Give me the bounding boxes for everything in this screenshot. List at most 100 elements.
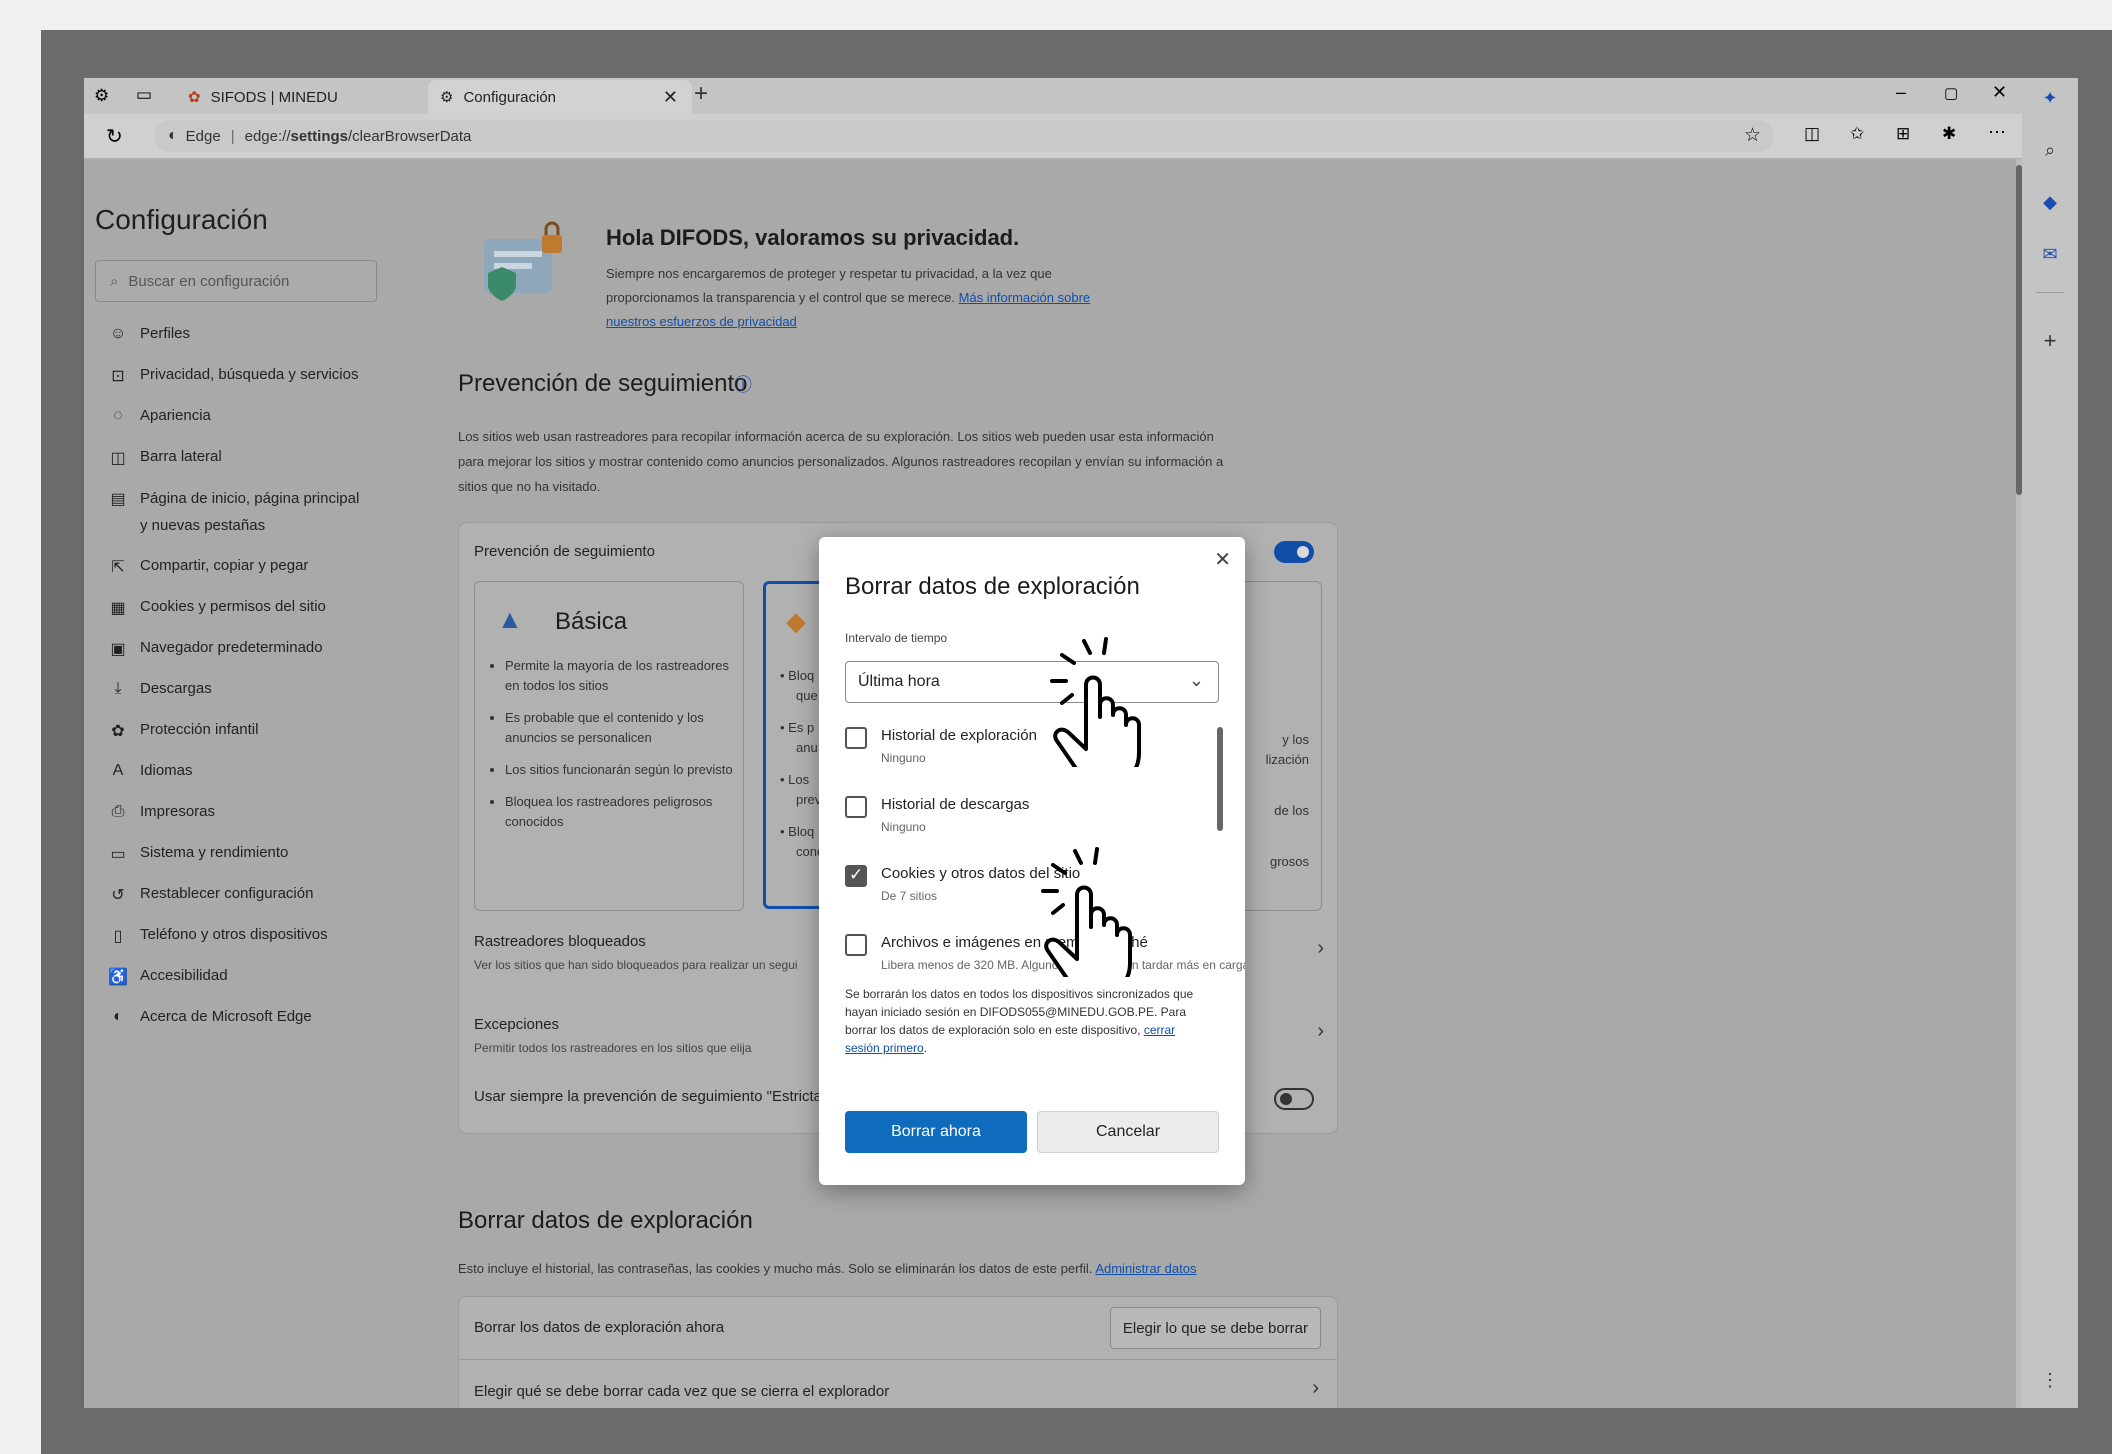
accessibility-icon: ♿: [108, 969, 128, 986]
add-sidebar-app-icon[interactable]: +: [2038, 328, 2062, 353]
address-bar[interactable]: ◐ Edge | edge://settings/clearBrowserDat…: [154, 120, 1774, 152]
minimize-button[interactable]: –: [1896, 82, 1906, 103]
nav-item-acerca-de[interactable]: ◐ Acerca de Microsoft Edge: [108, 1008, 312, 1026]
scrollbar-thumb[interactable]: [2016, 165, 2022, 495]
favorite-star-icon[interactable]: ☆: [1744, 124, 1761, 147]
nav-item-perfiles[interactable]: ☺ Perfiles: [108, 325, 190, 343]
more-menu-icon[interactable]: ⋯: [1988, 122, 2006, 143]
clear-now-button[interactable]: Borrar ahora: [845, 1111, 1027, 1153]
outlook-icon[interactable]: ✉: [2038, 244, 2062, 268]
nav-item-compartir[interactable]: ⇱ Compartir, copiar y pegar: [108, 557, 308, 577]
checkbox-download-history[interactable]: [845, 796, 867, 818]
page-scrollbar[interactable]: [2016, 159, 2022, 1408]
nav-item-sistema[interactable]: ▭ Sistema y rendimiento: [108, 844, 288, 864]
basic-option-card[interactable]: ▲ Básica Permite la mayoría de los rastr…: [474, 581, 744, 911]
close-tab-icon[interactable]: ✕: [663, 87, 678, 108]
extensions-icon[interactable]: ✱: [1942, 124, 1956, 144]
balanced-fragment: Los: [788, 772, 810, 787]
privacy-efforts-link[interactable]: nuestros esfuerzos de privacidad: [606, 310, 1090, 334]
dialog-scrollbar[interactable]: [1217, 727, 1223, 831]
chevron-right-icon: ›: [1317, 937, 1324, 959]
checkbox-cache[interactable]: [845, 934, 867, 956]
workspaces-icon[interactable]: ⚙: [94, 86, 109, 106]
choose-what-to-clear-button[interactable]: Elegir lo que se debe borrar: [1109, 1307, 1321, 1349]
data-type-list: Historial de exploración Ninguno Histori…: [819, 717, 1245, 975]
checkbox-browsing-history[interactable]: [845, 727, 867, 749]
sign-out-link[interactable]: cerrar: [1144, 1023, 1175, 1037]
settings-search-input[interactable]: ⌕ Buscar en configuración: [95, 260, 377, 302]
palette-icon: ◌: [113, 407, 123, 424]
nav-item-barra-lateral[interactable]: ◫ Barra lateral: [108, 448, 221, 468]
maximize-button[interactable]: ▢: [1944, 84, 1958, 102]
always-strict-toggle[interactable]: [1274, 1088, 1314, 1110]
tracking-description: Los sitios web usan rastreadores para re…: [458, 424, 1348, 499]
tab-actions-icon[interactable]: ▭: [136, 85, 152, 105]
profile-icon: ☺: [109, 325, 127, 342]
basic-shapes-icon: ▲: [497, 604, 523, 634]
share-icon: ⇱: [111, 559, 125, 576]
office-icon[interactable]: ◆: [2038, 192, 2062, 216]
home-page-icon: ▤: [110, 491, 126, 508]
collections-icon[interactable]: ⊞: [1896, 124, 1910, 144]
nav-label: Perfiles: [140, 325, 191, 342]
manage-data-link[interactable]: Administrar datos: [1095, 1261, 1196, 1276]
refresh-icon[interactable]: ↻: [106, 124, 123, 149]
nav-item-accesibilidad[interactable]: ♿ Accesibilidad: [108, 967, 228, 987]
nav-item-proteccion-infantil[interactable]: ✿ Protección infantil: [108, 721, 258, 741]
privacy-line2: proporcionamos la transparencia y el con…: [606, 290, 956, 305]
search-icon[interactable]: ⌕: [2038, 140, 2062, 164]
close-dialog-icon[interactable]: ✕: [1214, 547, 1231, 572]
sync-note-line3: borrar los datos de exploración solo en …: [845, 1023, 1141, 1037]
item-label: Historial de descargas: [881, 796, 1030, 813]
tab-configuracion[interactable]: ⚙ Configuración ✕: [428, 80, 692, 114]
nav-item-pagina-inicio[interactable]: ▤ Página de inicio, página principal y nue…: [108, 489, 359, 539]
nav-label: Cookies y permisos del sitio: [140, 598, 326, 615]
nav-item-restablecer[interactable]: ↺ Restablecer configuración: [108, 885, 313, 905]
privacy-more-info-link[interactable]: Más información sobre: [959, 290, 1091, 305]
nav-item-privacidad[interactable]: ⊡ Privacidad, búsqueda y servicios: [108, 366, 358, 386]
nav-item-descargas[interactable]: ⤓ Descargas: [108, 680, 211, 698]
search-placeholder: Buscar en configuración: [128, 272, 290, 290]
clear-now-label: Borrar los datos de exploración ahora: [474, 1319, 725, 1336]
tracking-heading: Prevención de seguimiento: [458, 370, 748, 397]
divider: [459, 1359, 1337, 1360]
new-tab-button[interactable]: +: [694, 80, 708, 108]
nav-label: Protección infantil: [140, 721, 259, 738]
address-divider: |: [230, 127, 235, 145]
nav-item-navegador-predeterminado[interactable]: ▣ Navegador predeterminado: [108, 639, 322, 659]
sync-note-line1: Se borrarán los datos en todos los dispo…: [845, 987, 1194, 1001]
nav-item-telefono[interactable]: ▯ Teléfono y otros dispositivos: [108, 926, 328, 946]
split-screen-icon[interactable]: ◫: [1804, 124, 1820, 144]
balanced-fragment: Bloq: [788, 824, 815, 839]
strict-fragment: grosos: [1269, 854, 1309, 869]
reset-icon: ↺: [111, 887, 125, 904]
favorites-icon[interactable]: ✩: [1850, 124, 1864, 144]
basic-bullets: Permite la mayoría de los rastreadores e…: [483, 656, 745, 832]
nav-item-apariencia[interactable]: ◌ Apariencia: [108, 407, 211, 425]
item-label: Historial de exploración: [881, 727, 1037, 744]
time-range-value: Última hora: [858, 673, 940, 690]
nav-label: Sistema y rendimiento: [140, 844, 289, 861]
nav-item-impresoras[interactable]: ⎙ Impresoras: [108, 803, 215, 821]
nav-item-idiomas[interactable]: A Idiomas: [108, 762, 193, 780]
browser-icon: ▣: [110, 641, 126, 658]
sign-out-link-2[interactable]: sesión primero: [845, 1041, 924, 1055]
edge-logo-icon: ◐: [113, 1008, 123, 1025]
nav-item-cookies[interactable]: ▦ Cookies y permisos del sitio: [108, 598, 326, 618]
item-sub: Ninguno: [881, 751, 926, 765]
copilot-icon[interactable]: ✦: [2038, 88, 2062, 112]
item-sub: Ninguno: [881, 820, 926, 834]
tracking-toggle[interactable]: [1274, 541, 1314, 563]
strict-bullets: x y los lización de los grosos: [1266, 710, 1309, 872]
close-window-button[interactable]: ✕: [1992, 82, 2007, 103]
clear-data-dialog: ✕ Borrar datos de exploración Intervalo …: [819, 537, 1245, 1185]
help-icon[interactable]: ⓘ: [734, 371, 752, 397]
clear-data-desc-text: Esto incluye el historial, las contraseñ…: [458, 1261, 1093, 1276]
chevron-right-icon[interactable]: ›: [1312, 1377, 1319, 1400]
basic-bullet: Permite la mayoría de los rastreadores e…: [505, 656, 745, 696]
checkbox-cookies[interactable]: [845, 865, 867, 887]
phone-icon: ▯: [113, 928, 123, 945]
cancel-button[interactable]: Cancelar: [1037, 1111, 1219, 1153]
chevron-down-icon: ⌄: [1188, 670, 1204, 690]
sidebar-settings-icon[interactable]: ⋮: [2038, 1370, 2062, 1394]
